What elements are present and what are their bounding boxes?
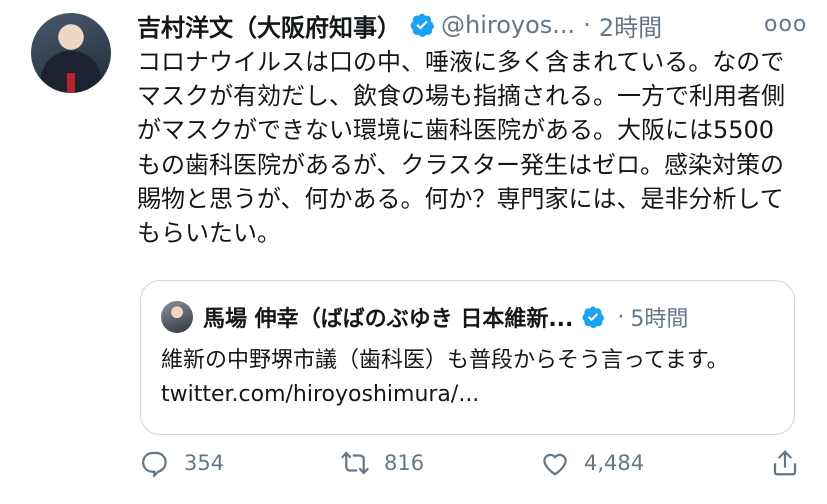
share-icon <box>773 450 797 476</box>
author-handle[interactable]: @hiroyos... <box>441 11 575 39</box>
reply-count: 354 <box>184 451 225 475</box>
like-button[interactable]: 4,484 <box>540 448 644 478</box>
share-button[interactable] <box>770 448 814 478</box>
quote-text: 維新の中野堺市議（歯科医）も普段からそう言ってます。 twitter.com/h… <box>161 348 729 407</box>
quote-author-avatar <box>161 301 193 333</box>
verified-badge-icon <box>582 306 605 328</box>
author-name[interactable]: 吉村洋文（大阪府知事） <box>137 8 401 43</box>
like-count: 4,484 <box>584 451 645 475</box>
like-icon <box>543 453 567 476</box>
quote-time: 5時間 <box>630 307 689 332</box>
tweet-header: 吉村洋文（大阪府知事） @hiroyos... · 2時間 <box>137 5 662 45</box>
verified-badge-icon <box>410 13 435 37</box>
retweet-button[interactable]: 816 <box>340 448 424 478</box>
quote-author-name: 馬場 伸幸（ばばのぶゆき 日本維新... <box>203 307 574 332</box>
quote-header: 馬場 伸幸（ばばのぶゆき 日本維新... · 5時間 <box>161 301 688 333</box>
author-avatar[interactable] <box>31 13 111 93</box>
quoted-tweet[interactable]: 馬場 伸幸（ばばのぶゆき 日本維新... · 5時間 維新の中野堺市議（歯科医）… <box>140 280 795 435</box>
retweet-count: 816 <box>384 451 425 475</box>
retweet-icon <box>341 451 369 475</box>
tweet-text: コロナウイルスは口の中、唾液に多く含まれている。なのでマスクが有効だし、飲食の場… <box>137 48 785 248</box>
tweet-actions: 354 816 4,484 <box>140 448 800 492</box>
quote-separator: · <box>617 304 625 330</box>
more-icon[interactable]: ooo <box>764 12 807 37</box>
header-separator: · <box>583 11 591 39</box>
reply-button[interactable]: 354 <box>140 448 224 478</box>
reply-icon <box>142 451 167 478</box>
avatar-tie <box>67 73 75 93</box>
tweet-time[interactable]: 2時間 <box>599 8 662 43</box>
